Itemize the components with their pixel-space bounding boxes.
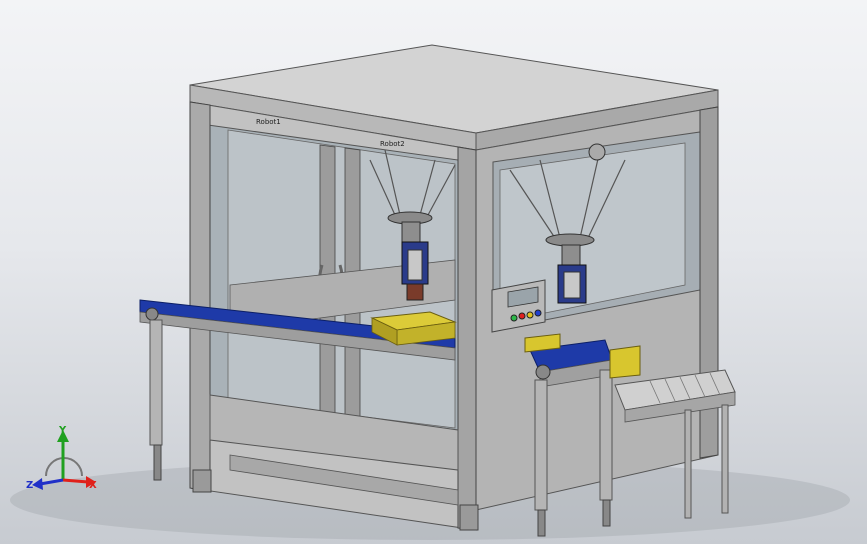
conveyor-foot-right-a <box>537 509 546 537</box>
conveyor-leg-left <box>149 319 163 446</box>
roller-table-leg-a <box>684 409 692 519</box>
reset-button <box>526 311 534 319</box>
roller-table-leg-b <box>721 404 729 514</box>
conveyor-foot-left <box>153 444 162 481</box>
conveyor-leg-right-b <box>599 369 613 501</box>
conveyor-roller-left <box>145 307 159 321</box>
cad-viewport[interactable]: Robot1 Robot2 Y X Z <box>0 0 867 544</box>
robot2-label: Robot2 <box>380 140 405 148</box>
stop-button <box>518 312 526 320</box>
mode-button <box>534 309 542 317</box>
start-button <box>510 314 518 322</box>
machine-model[interactable]: Robot1 Robot2 <box>0 0 867 544</box>
conveyor-roller-right <box>535 364 551 380</box>
conveyor-leg-right-a <box>534 379 548 511</box>
foot-left <box>192 469 212 493</box>
foot-right <box>459 504 479 531</box>
conveyor-foot-right-b <box>602 499 611 527</box>
product-box-3 <box>609 345 641 379</box>
post-front-left <box>189 101 211 493</box>
robot1-label: Robot1 <box>256 118 281 126</box>
post-front-right <box>457 146 477 531</box>
